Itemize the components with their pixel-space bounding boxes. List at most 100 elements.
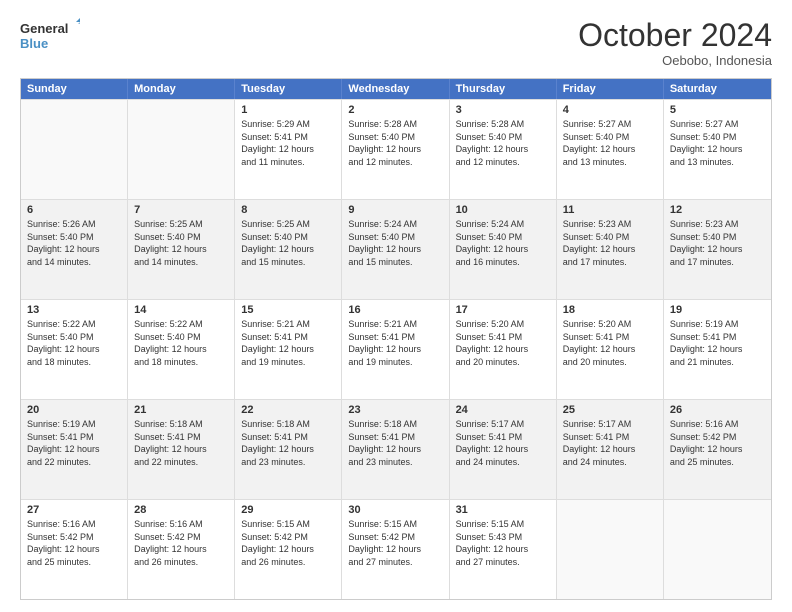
- calendar-day-4: 4 Sunrise: 5:27 AM Sunset: 5:40 PM Daylig…: [557, 100, 664, 199]
- day-number: 22: [241, 404, 335, 416]
- day-number: 24: [456, 404, 550, 416]
- logo: General Blue: [20, 18, 80, 54]
- header: General Blue October 2024 Oebobo, Indone…: [20, 18, 772, 68]
- calendar-cell-empty: [557, 500, 664, 599]
- day-info: Sunrise: 5:18 AM Sunset: 5:41 PM Dayligh…: [134, 418, 228, 468]
- day-number: 15: [241, 304, 335, 316]
- calendar-day-12: 12 Sunrise: 5:23 AM Sunset: 5:40 PM Dayli…: [664, 200, 771, 299]
- calendar-cell-empty: [21, 100, 128, 199]
- calendar-day-24: 24 Sunrise: 5:17 AM Sunset: 5:41 PM Dayli…: [450, 400, 557, 499]
- calendar-day-9: 9 Sunrise: 5:24 AM Sunset: 5:40 PM Daylig…: [342, 200, 449, 299]
- day-info: Sunrise: 5:24 AM Sunset: 5:40 PM Dayligh…: [348, 218, 442, 268]
- day-info: Sunrise: 5:26 AM Sunset: 5:40 PM Dayligh…: [27, 218, 121, 268]
- day-number: 1: [241, 104, 335, 116]
- day-info: Sunrise: 5:18 AM Sunset: 5:41 PM Dayligh…: [348, 418, 442, 468]
- day-info: Sunrise: 5:15 AM Sunset: 5:42 PM Dayligh…: [241, 518, 335, 568]
- calendar-day-25: 25 Sunrise: 5:17 AM Sunset: 5:41 PM Dayli…: [557, 400, 664, 499]
- day-number: 6: [27, 204, 121, 216]
- day-info: Sunrise: 5:21 AM Sunset: 5:41 PM Dayligh…: [241, 318, 335, 368]
- day-number: 11: [563, 204, 657, 216]
- header-day-tuesday: Tuesday: [235, 79, 342, 99]
- calendar-day-14: 14Sunrise: 5:22 AM Sunset: 5:40 PM Dayli…: [128, 300, 235, 399]
- calendar-day-2: 2Sunrise: 5:28 AM Sunset: 5:40 PM Daylig…: [342, 100, 449, 199]
- header-day-thursday: Thursday: [450, 79, 557, 99]
- day-number: 2: [348, 104, 442, 116]
- day-info: Sunrise: 5:29 AM Sunset: 5:41 PM Dayligh…: [241, 118, 335, 168]
- day-info: Sunrise: 5:15 AM Sunset: 5:43 PM Dayligh…: [456, 518, 550, 568]
- day-info: Sunrise: 5:17 AM Sunset: 5:41 PM Dayligh…: [563, 418, 657, 468]
- calendar-day-3: 3Sunrise: 5:28 AM Sunset: 5:40 PM Daylig…: [450, 100, 557, 199]
- page: General Blue October 2024 Oebobo, Indone…: [0, 0, 792, 612]
- calendar-day-23: 23 Sunrise: 5:18 AM Sunset: 5:41 PM Dayli…: [342, 400, 449, 499]
- header-day-saturday: Saturday: [664, 79, 771, 99]
- day-number: 5: [670, 104, 765, 116]
- day-number: 10: [456, 204, 550, 216]
- calendar-week-5: 27Sunrise: 5:16 AM Sunset: 5:42 PM Dayli…: [21, 499, 771, 599]
- day-info: Sunrise: 5:17 AM Sunset: 5:41 PM Dayligh…: [456, 418, 550, 468]
- calendar-day-8: 8 Sunrise: 5:25 AM Sunset: 5:40 PM Daylig…: [235, 200, 342, 299]
- day-number: 18: [563, 304, 657, 316]
- calendar-week-3: 13Sunrise: 5:22 AM Sunset: 5:40 PM Dayli…: [21, 299, 771, 399]
- day-number: 13: [27, 304, 121, 316]
- calendar-day-6: 6 Sunrise: 5:26 AM Sunset: 5:40 PM Daylig…: [21, 200, 128, 299]
- day-info: Sunrise: 5:15 AM Sunset: 5:42 PM Dayligh…: [348, 518, 442, 568]
- day-info: Sunrise: 5:23 AM Sunset: 5:40 PM Dayligh…: [670, 218, 765, 268]
- header-day-friday: Friday: [557, 79, 664, 99]
- calendar-day-7: 7 Sunrise: 5:25 AM Sunset: 5:40 PM Daylig…: [128, 200, 235, 299]
- calendar-cell-empty: [664, 500, 771, 599]
- calendar-day-30: 30 Sunrise: 5:15 AM Sunset: 5:42 PM Dayli…: [342, 500, 449, 599]
- logo-svg: General Blue: [20, 18, 80, 54]
- day-number: 4: [563, 104, 657, 116]
- day-number: 21: [134, 404, 228, 416]
- day-number: 14: [134, 304, 228, 316]
- day-info: Sunrise: 5:16 AM Sunset: 5:42 PM Dayligh…: [670, 418, 765, 468]
- calendar-day-19: 19 Sunrise: 5:19 AM Sunset: 5:41 PM Dayli…: [664, 300, 771, 399]
- day-info: Sunrise: 5:20 AM Sunset: 5:41 PM Dayligh…: [563, 318, 657, 368]
- day-info: Sunrise: 5:27 AM Sunset: 5:40 PM Dayligh…: [563, 118, 657, 168]
- day-info: Sunrise: 5:24 AM Sunset: 5:40 PM Dayligh…: [456, 218, 550, 268]
- day-info: Sunrise: 5:19 AM Sunset: 5:41 PM Dayligh…: [670, 318, 765, 368]
- day-number: 7: [134, 204, 228, 216]
- calendar-day-11: 11Sunrise: 5:23 AM Sunset: 5:40 PM Dayli…: [557, 200, 664, 299]
- day-info: Sunrise: 5:27 AM Sunset: 5:40 PM Dayligh…: [670, 118, 765, 168]
- calendar-day-1: 1 Sunrise: 5:29 AM Sunset: 5:41 PM Daylig…: [235, 100, 342, 199]
- day-number: 8: [241, 204, 335, 216]
- day-number: 27: [27, 504, 121, 516]
- day-info: Sunrise: 5:18 AM Sunset: 5:41 PM Dayligh…: [241, 418, 335, 468]
- svg-text:General: General: [20, 21, 68, 36]
- calendar-day-29: 29 Sunrise: 5:15 AM Sunset: 5:42 PM Dayli…: [235, 500, 342, 599]
- day-number: 19: [670, 304, 765, 316]
- day-number: 16: [348, 304, 442, 316]
- calendar: SundayMondayTuesdayWednesdayThursdayFrid…: [20, 78, 772, 600]
- calendar-header: SundayMondayTuesdayWednesdayThursdayFrid…: [21, 79, 771, 99]
- day-number: 12: [670, 204, 765, 216]
- calendar-day-22: 22 Sunrise: 5:18 AM Sunset: 5:41 PM Dayli…: [235, 400, 342, 499]
- day-number: 25: [563, 404, 657, 416]
- calendar-cell-empty: [128, 100, 235, 199]
- day-number: 31: [456, 504, 550, 516]
- day-info: Sunrise: 5:21 AM Sunset: 5:41 PM Dayligh…: [348, 318, 442, 368]
- calendar-day-13: 13Sunrise: 5:22 AM Sunset: 5:40 PM Dayli…: [21, 300, 128, 399]
- calendar-day-20: 20Sunrise: 5:19 AM Sunset: 5:41 PM Dayli…: [21, 400, 128, 499]
- day-number: 30: [348, 504, 442, 516]
- calendar-day-26: 26Sunrise: 5:16 AM Sunset: 5:42 PM Dayli…: [664, 400, 771, 499]
- day-number: 29: [241, 504, 335, 516]
- day-number: 17: [456, 304, 550, 316]
- day-number: 9: [348, 204, 442, 216]
- calendar-day-18: 18 Sunrise: 5:20 AM Sunset: 5:41 PM Dayli…: [557, 300, 664, 399]
- calendar-day-28: 28Sunrise: 5:16 AM Sunset: 5:42 PM Dayli…: [128, 500, 235, 599]
- day-number: 28: [134, 504, 228, 516]
- day-info: Sunrise: 5:20 AM Sunset: 5:41 PM Dayligh…: [456, 318, 550, 368]
- calendar-day-27: 27Sunrise: 5:16 AM Sunset: 5:42 PM Dayli…: [21, 500, 128, 599]
- day-number: 23: [348, 404, 442, 416]
- calendar-day-10: 10 Sunrise: 5:24 AM Sunset: 5:40 PM Dayli…: [450, 200, 557, 299]
- day-info: Sunrise: 5:28 AM Sunset: 5:40 PM Dayligh…: [456, 118, 550, 168]
- day-info: Sunrise: 5:25 AM Sunset: 5:40 PM Dayligh…: [134, 218, 228, 268]
- calendar-week-1: 1 Sunrise: 5:29 AM Sunset: 5:41 PM Daylig…: [21, 99, 771, 199]
- calendar-day-17: 17 Sunrise: 5:20 AM Sunset: 5:41 PM Dayli…: [450, 300, 557, 399]
- header-day-monday: Monday: [128, 79, 235, 99]
- calendar-day-21: 21 Sunrise: 5:18 AM Sunset: 5:41 PM Dayli…: [128, 400, 235, 499]
- day-info: Sunrise: 5:25 AM Sunset: 5:40 PM Dayligh…: [241, 218, 335, 268]
- calendar-day-5: 5 Sunrise: 5:27 AM Sunset: 5:40 PM Daylig…: [664, 100, 771, 199]
- header-day-wednesday: Wednesday: [342, 79, 449, 99]
